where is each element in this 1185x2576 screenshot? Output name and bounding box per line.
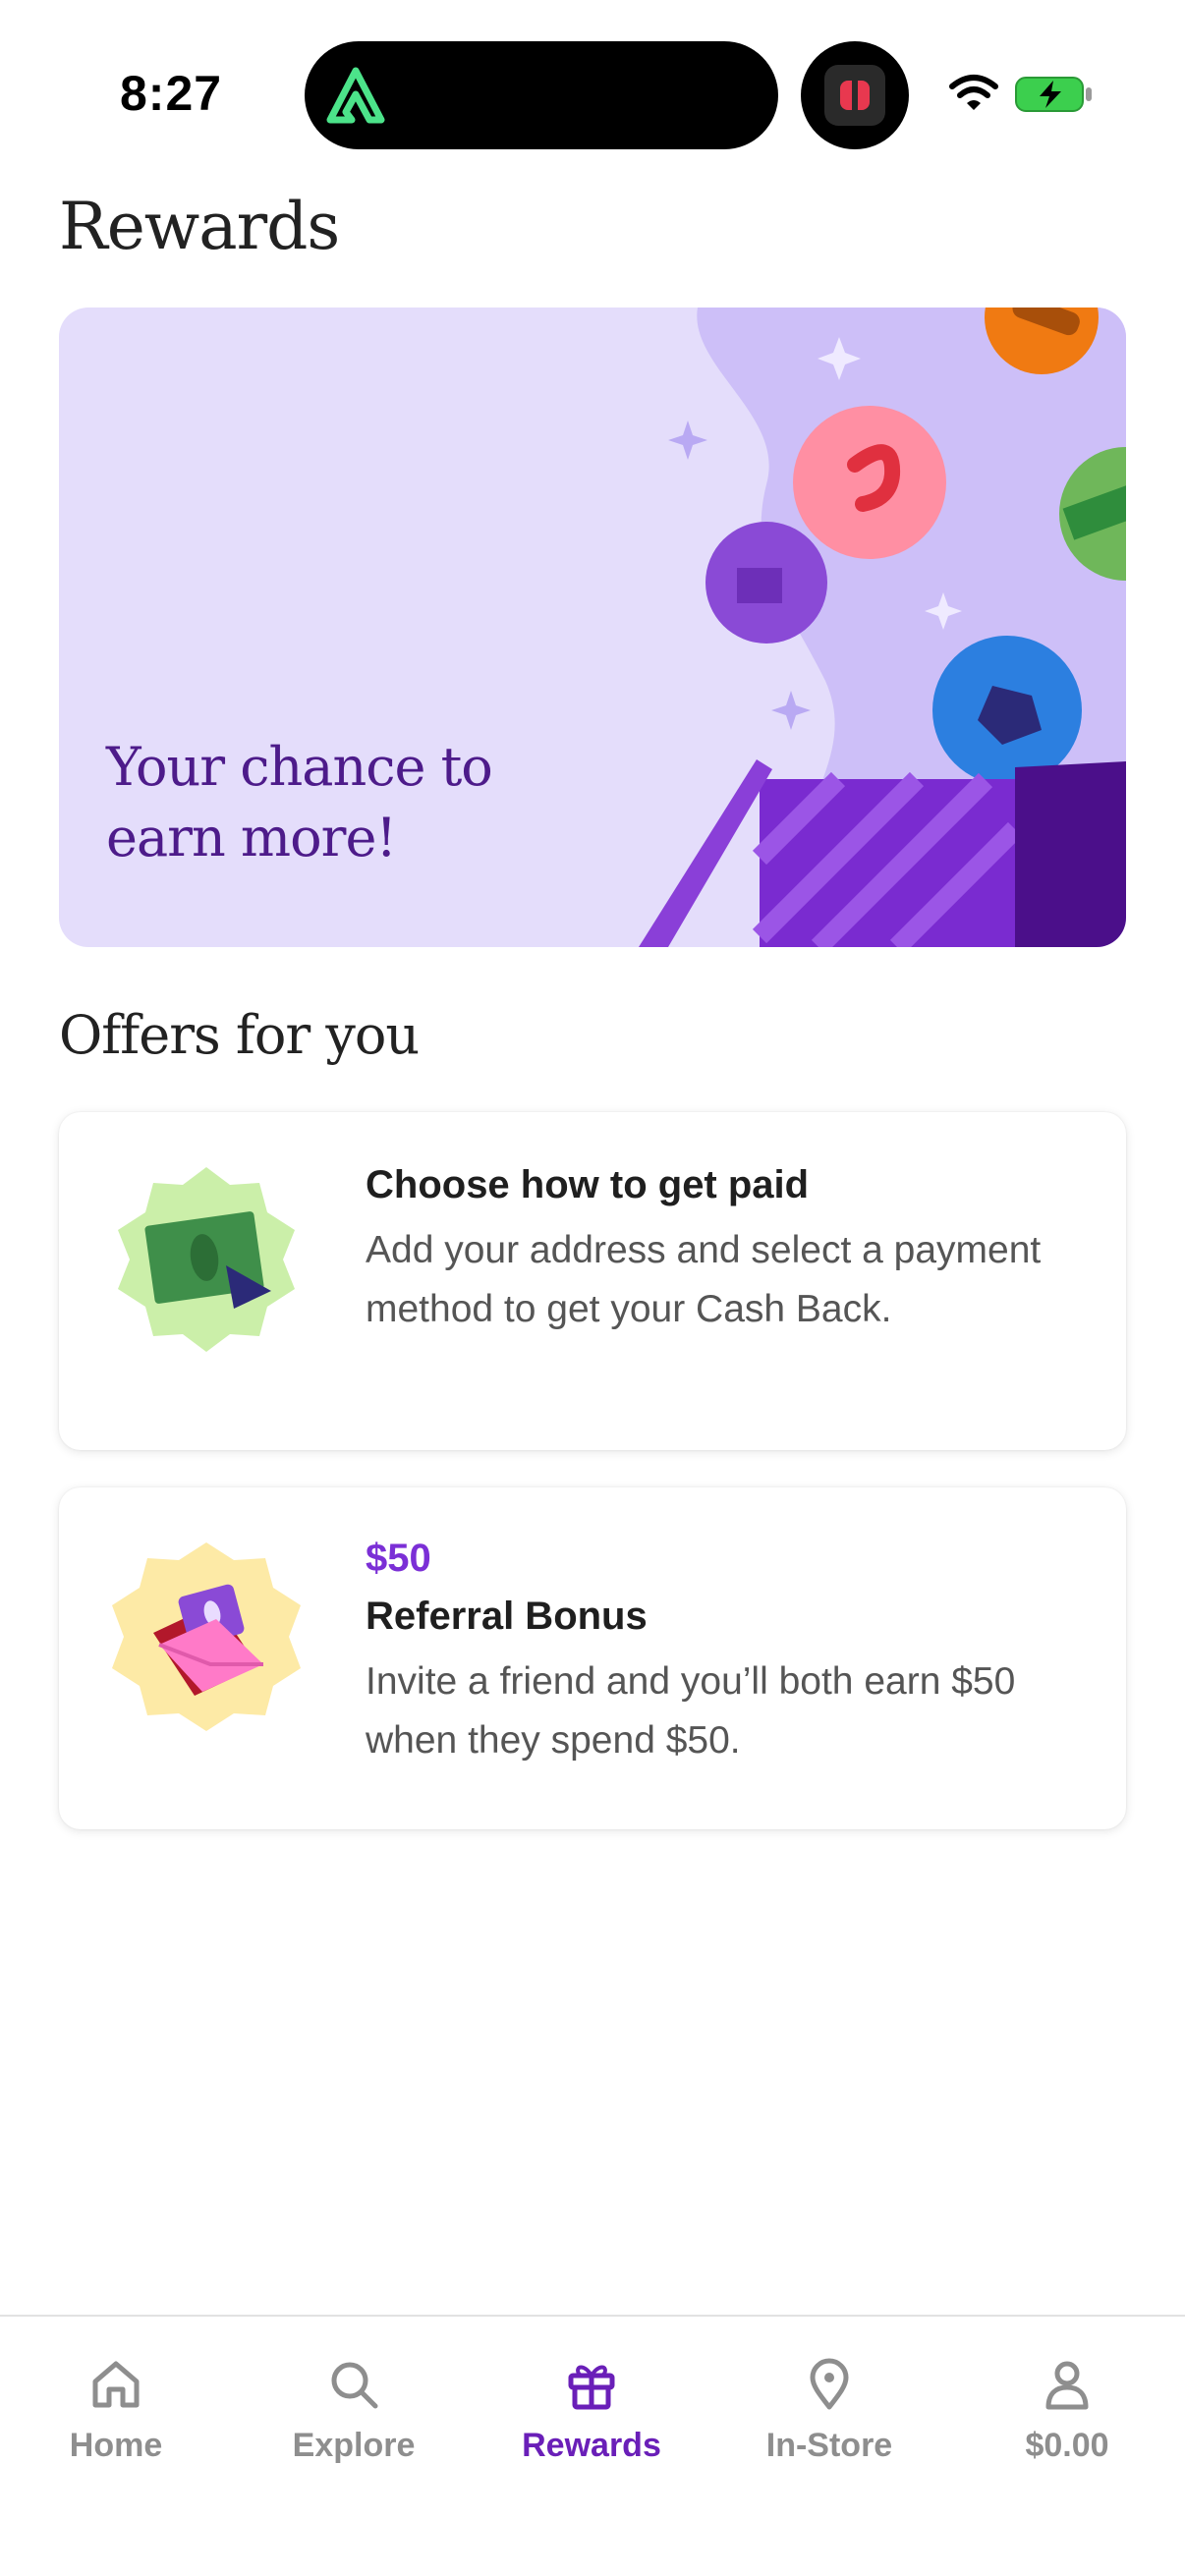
offers-section-title: Offers for you <box>59 1004 420 1066</box>
mountain-logo-icon <box>326 67 385 124</box>
gift-icon <box>568 2365 615 2410</box>
bottom-nav: Home Explore Rewards In-Store $0.00 <box>0 2315 1185 2576</box>
offer-card-referral[interactable]: $50 Referral Bonus Invite a friend and y… <box>59 1487 1126 1829</box>
offer-body: $50 Referral Bonus Invite a friend and y… <box>366 1537 1087 1770</box>
hero-headline: Your chance to earn more! <box>106 732 617 873</box>
cash-icon <box>118 1167 295 1352</box>
offer-amount: $50 <box>366 1537 431 1580</box>
person-icon <box>1045 2361 1089 2410</box>
status-bar: 8:27 <box>0 0 1185 172</box>
status-time: 8:27 <box>120 66 223 121</box>
location-pin-icon <box>810 2358 849 2410</box>
nav-label-explore: Explore <box>292 2427 416 2464</box>
hero-line-1: Your chance to <box>106 736 493 798</box>
island-app-indicator <box>801 41 909 149</box>
home-icon <box>92 2361 140 2408</box>
nav-item-account[interactable]: $0.00 <box>969 2356 1165 2465</box>
dynamic-island <box>305 41 778 149</box>
offer-title: Referral Bonus <box>366 1595 648 1638</box>
nav-label-account: $0.00 <box>1025 2427 1109 2464</box>
nav-label-in-store: In-Store <box>765 2427 893 2464</box>
nav-item-explore[interactable]: Explore <box>255 2356 452 2465</box>
offer-card-get-paid[interactable]: Choose how to get paid Add your address … <box>59 1112 1126 1450</box>
offer-description: Add your address and select a payment me… <box>366 1229 1042 1330</box>
nav-item-home[interactable]: Home <box>18 2356 214 2465</box>
offer-description: Invite a friend and you’ll both earn $50… <box>366 1660 1016 1762</box>
hero-line-2: earn more! <box>106 807 397 868</box>
nav-label-rewards: Rewards <box>522 2427 661 2464</box>
nav-item-rewards[interactable]: Rewards <box>493 2356 690 2465</box>
envelope-icon <box>112 1542 301 1731</box>
wifi-icon <box>949 75 998 110</box>
offer-title: Choose how to get paid <box>366 1163 810 1206</box>
search-icon <box>331 2362 378 2409</box>
offer-body: Choose how to get paid Add your address … <box>366 1163 1087 1339</box>
app-indicator-icon <box>824 65 885 126</box>
page-title: Rewards <box>59 189 340 264</box>
battery-charging-icon <box>1015 77 1092 112</box>
hero-banner[interactable]: Your chance to earn more! <box>59 308 1126 947</box>
nav-item-in-store[interactable]: In-Store <box>731 2356 928 2465</box>
nav-label-home: Home <box>69 2427 163 2464</box>
